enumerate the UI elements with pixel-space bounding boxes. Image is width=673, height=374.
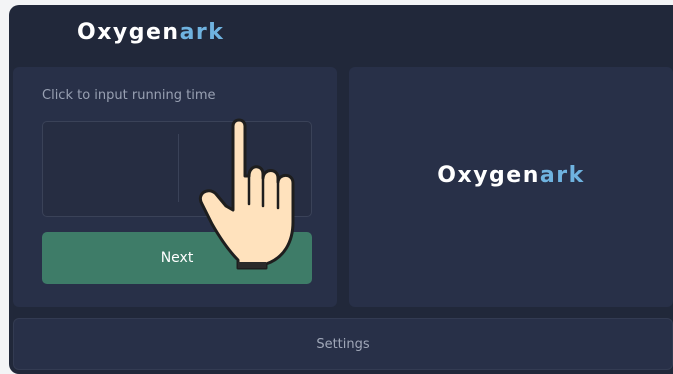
running-time-prompt: Click to input running time	[42, 88, 216, 103]
running-time-input[interactable]	[42, 121, 312, 217]
brand-logo-word: Oxygen	[437, 163, 540, 188]
next-button[interactable]: Next	[42, 232, 312, 284]
running-time-panel: Click to input running time Next	[13, 67, 337, 307]
logo-word: Oxygen	[77, 20, 180, 45]
brand-panel: Oxygenark	[349, 67, 673, 307]
header: Oxygenark	[9, 5, 673, 65]
settings-button[interactable]: Settings	[13, 318, 673, 370]
brand-logo-accent: ark	[539, 163, 585, 188]
header-logo: Oxygenark	[77, 19, 224, 47]
brand-logo: Oxygenark	[349, 163, 673, 188]
logo-accent: ark	[179, 20, 225, 45]
time-field-divider	[178, 134, 179, 202]
app-screen: Oxygenark Click to input running time Ne…	[9, 5, 673, 374]
